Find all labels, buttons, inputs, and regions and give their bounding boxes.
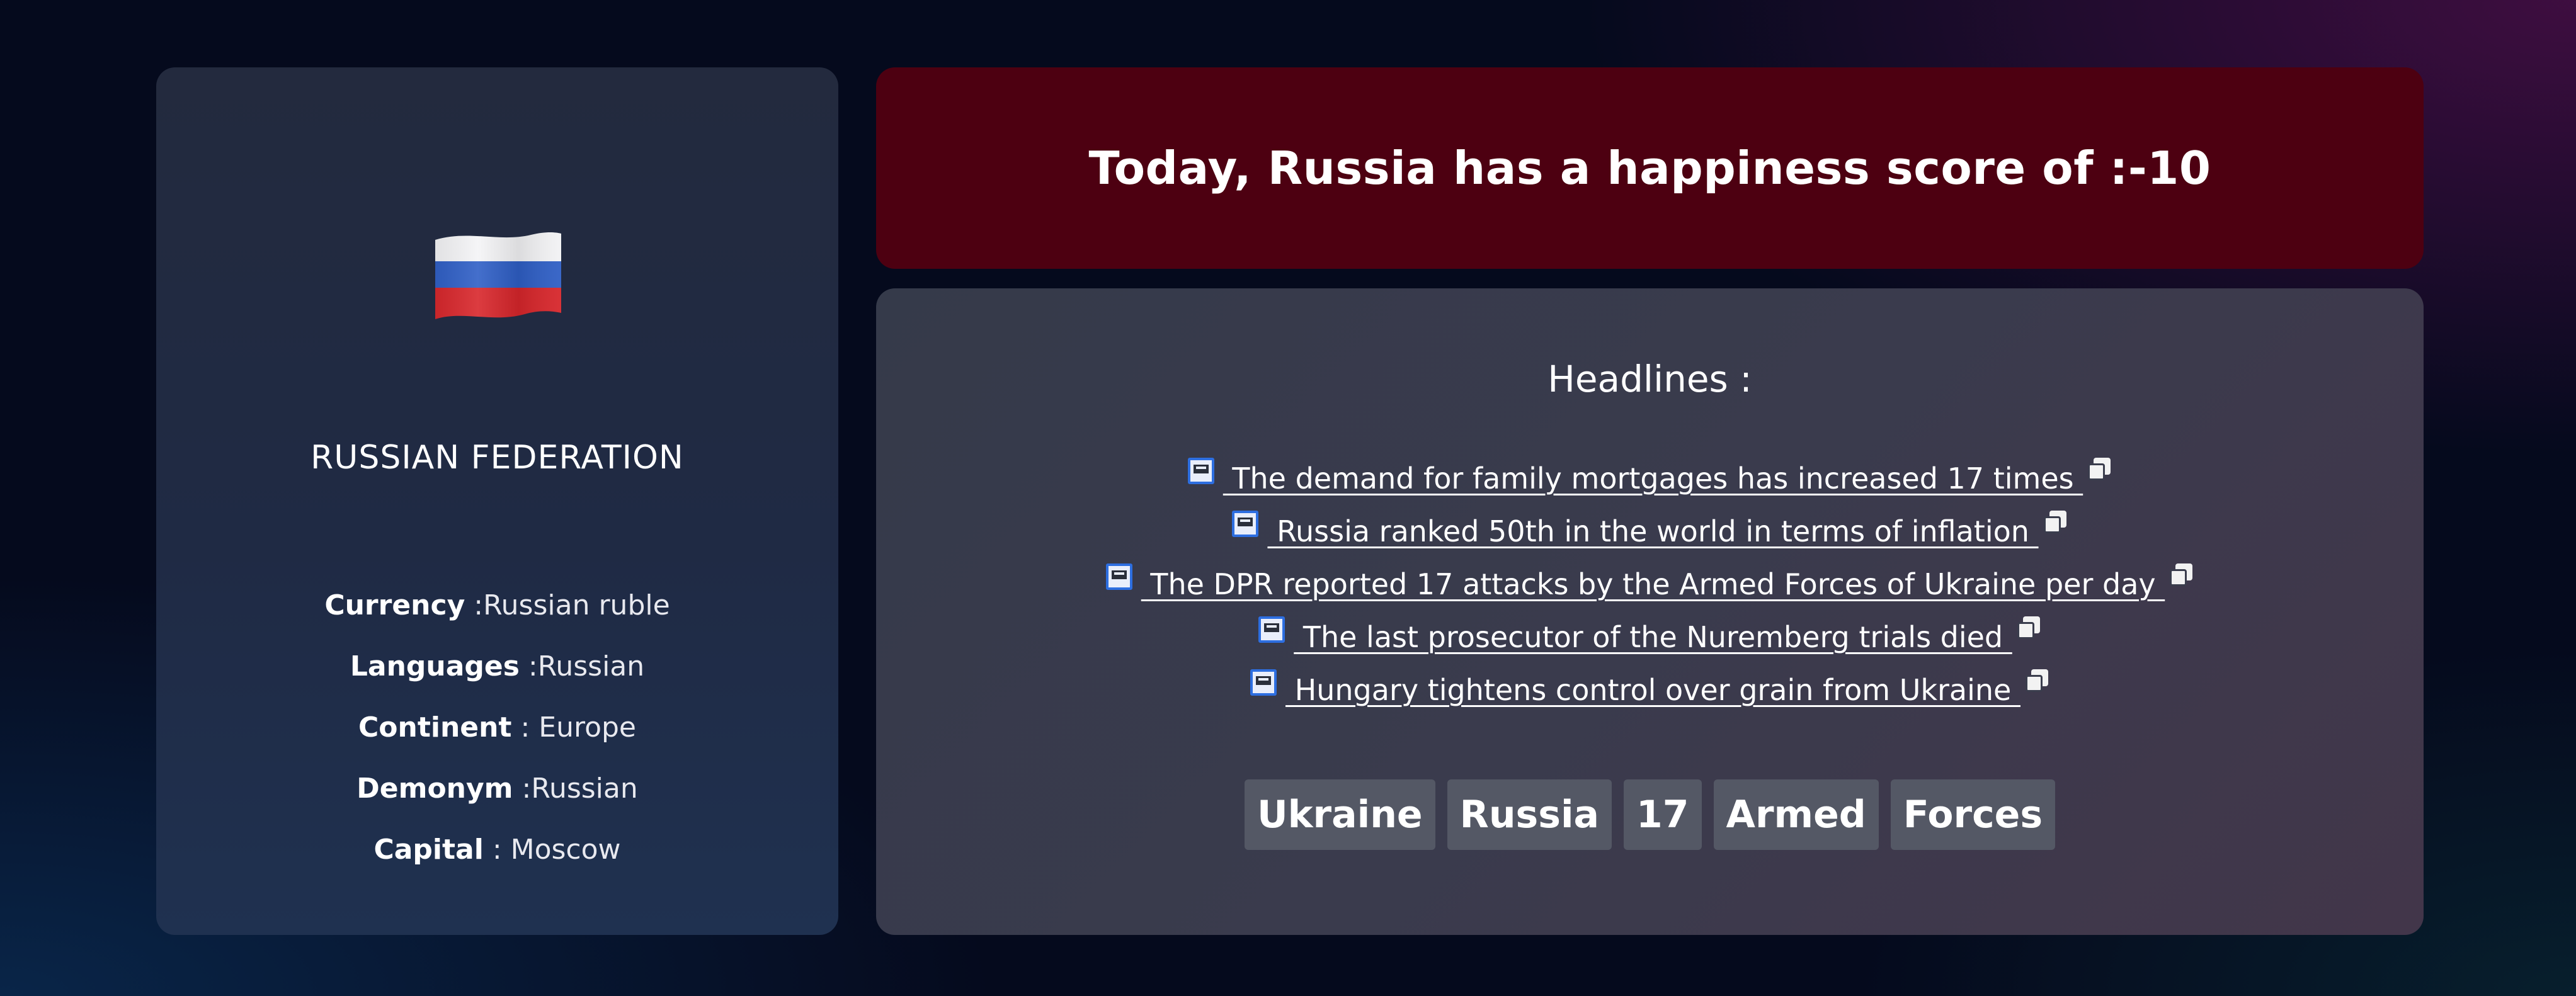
happiness-score-banner: Today, Russia has a happiness score of :… [876, 67, 2424, 269]
fact-value: :Russian ruble [465, 589, 670, 621]
fact-continent: Continent : Europe [156, 706, 838, 767]
headline-list: The demand for family mortgages has incr… [876, 452, 2424, 716]
headline-item: The demand for family mortgages has incr… [876, 452, 2424, 505]
country-name: RUSSIAN FEDERATION [311, 439, 684, 477]
headlines-panel: Headlines : The demand for family mortga… [876, 288, 2424, 935]
headline-item: Russia ranked 50th in the world in terms… [876, 505, 2424, 558]
news-source-icon [1187, 458, 1214, 484]
headline-item: The last prosecutor of the Nuremberg tri… [876, 611, 2424, 664]
headline-link[interactable]: The last prosecutor of the Nuremberg tri… [1294, 620, 2012, 654]
news-source-icon [1232, 511, 1259, 537]
fact-label: Languages [350, 650, 520, 682]
fact-label: Currency [324, 589, 465, 621]
copy-icon[interactable] [2170, 563, 2194, 587]
headline-item: Hungary tightens control over grain from… [876, 664, 2424, 716]
keyword-tag[interactable]: Armed [1713, 779, 1879, 850]
country-card: RUSSIAN FEDERATION Currency :Russian rub… [156, 67, 838, 935]
keyword-tag[interactable]: Forces [1890, 779, 2056, 850]
fact-value: :Russian [513, 772, 638, 805]
fact-currency: Currency :Russian ruble [156, 584, 838, 645]
fact-label: Continent [358, 711, 512, 744]
fact-value: : Europe [511, 711, 636, 744]
copy-icon[interactable] [2025, 669, 2049, 693]
fact-value: :Russian [519, 650, 645, 682]
headline-link[interactable]: Hungary tightens control over grain from… [1285, 673, 2020, 707]
russian-flag-icon [435, 232, 561, 319]
happiness-score-text: Today, Russia has a happiness score of :… [1088, 142, 2211, 195]
headline-link[interactable]: Russia ranked 50th in the world in terms… [1267, 514, 2038, 548]
keyword-tag[interactable]: Russia [1447, 779, 1612, 850]
headline-link[interactable]: The demand for family mortgages has incr… [1223, 461, 2083, 495]
headlines-title: Headlines : [1547, 358, 1752, 400]
headline-link[interactable]: The DPR reported 17 attacks by the Armed… [1141, 567, 2165, 601]
fact-label: Capital [373, 834, 484, 866]
keyword-tag[interactable]: Ukraine [1244, 779, 1435, 850]
news-source-icon [1258, 616, 1285, 643]
copy-icon[interactable] [2043, 511, 2068, 535]
fact-demonym: Demonym :Russian [156, 767, 838, 828]
keyword-tags: Ukraine Russia 17 Armed Forces [876, 779, 2424, 850]
news-source-icon [1105, 563, 1132, 590]
fact-value: : Moscow [483, 834, 621, 866]
country-facts: Currency :Russian ruble Languages :Russi… [156, 584, 838, 889]
fact-languages: Languages :Russian [156, 645, 838, 706]
copy-icon[interactable] [2017, 616, 2041, 640]
headline-item: The DPR reported 17 attacks by the Armed… [876, 558, 2424, 611]
fact-capital: Capital : Moscow [156, 828, 838, 889]
fact-label: Demonym [356, 772, 513, 805]
news-source-icon [1250, 669, 1277, 696]
keyword-tag[interactable]: 17 [1624, 779, 1702, 850]
copy-icon[interactable] [2088, 458, 2112, 482]
